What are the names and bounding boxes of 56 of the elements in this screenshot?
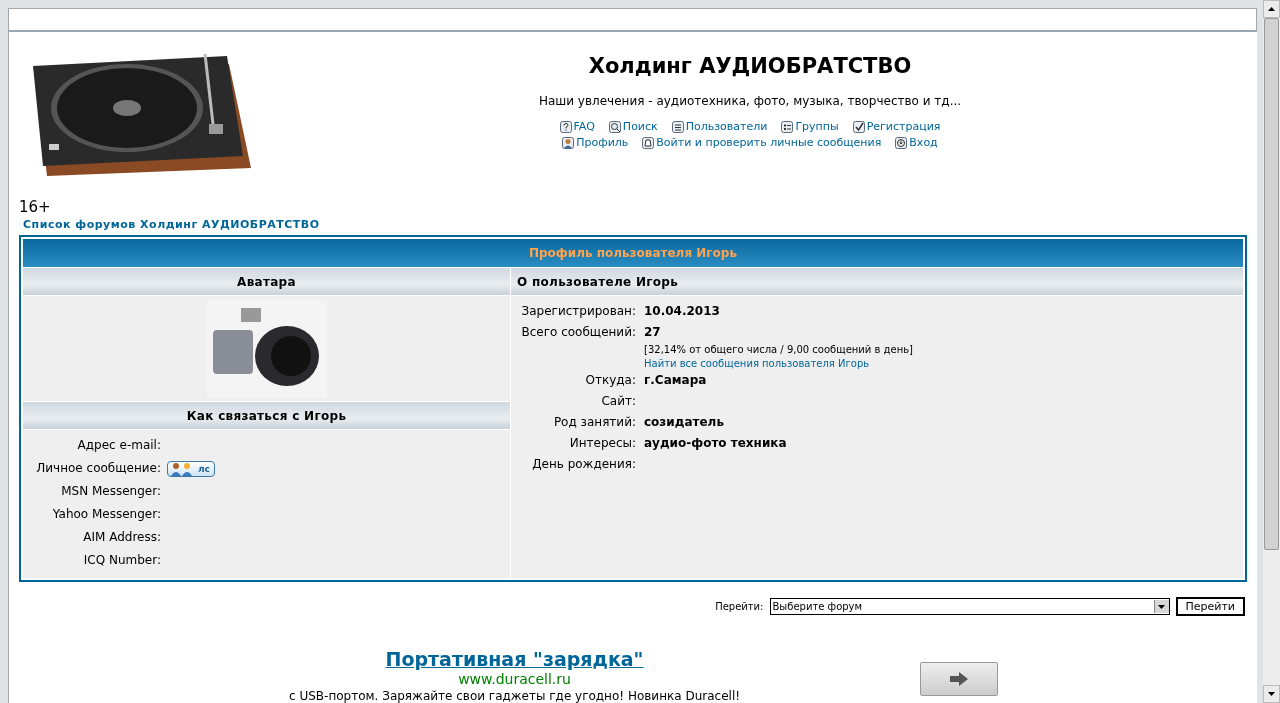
column-header: Аватара: [23, 268, 510, 295]
field-value: аудио-фото техника: [644, 435, 788, 452]
question-icon: [559, 120, 572, 133]
jump-label: Перейти:: [715, 601, 764, 612]
scrollbar[interactable]: [1263, 0, 1280, 703]
field-value: 27: [644, 324, 662, 341]
post-stats: [32,14% от общего числа / 9,00 сообщений в день]: [644, 343, 914, 357]
field-label: Зарегистрирован:: [520, 303, 636, 320]
arrow-right-icon: [950, 672, 969, 686]
nav-link[interactable]: Поиск: [608, 120, 658, 133]
ad-text: с USB-портом. Заряжайте свои гаджеты где угодно! Новинка Duracell!: [289, 689, 741, 703]
dropdown-arrow-icon: [1158, 604, 1165, 609]
up-arrow-icon[interactable]: [1268, 7, 1275, 11]
field-label: Сайт:: [600, 393, 636, 410]
field-value: созидатель: [644, 414, 725, 431]
circle-arrow-icon: [895, 136, 908, 149]
column-header: О пользователе Игорь: [511, 268, 1243, 295]
down-arrow-icon[interactable]: [1268, 692, 1275, 696]
nav-link[interactable]: Регистрация: [852, 120, 941, 133]
section-header: Как связаться с Игорь: [23, 402, 510, 429]
site-tagline: Наши увлечения - аудиотехника, фото, музыка, творчество и тд...: [538, 94, 962, 108]
field-label: MSN Messenger:: [60, 483, 161, 500]
field-value: г.Самара: [644, 372, 708, 389]
private-message-button[interactable]: лс: [167, 460, 215, 477]
person-icon: [562, 136, 575, 149]
field-label: AIM Address:: [82, 529, 161, 546]
site-title: Холдинг АУДИОБРАТСТВО: [588, 54, 912, 78]
ad-url: www.duracell.ru: [458, 671, 571, 687]
breadcrumb-link[interactable]: Список форумов Холдинг АУДИОБРАТСТВО: [23, 218, 320, 231]
list-icon: [781, 120, 794, 133]
field-label: Личное сообщение:: [35, 460, 161, 477]
nav-link[interactable]: Пользователи: [671, 120, 768, 133]
nav-link[interactable]: FAQ: [559, 120, 595, 133]
nav-link[interactable]: Профиль: [562, 136, 629, 149]
panel-title: Профиль пользователя Игорь: [23, 239, 1243, 267]
field-label: День рождения:: [531, 456, 636, 473]
forum-select[interactable]: Выберите форум: [769, 598, 1170, 615]
checkbox-icon: [852, 120, 865, 133]
list-icon: [671, 120, 684, 133]
field-label: Всего сообщений:: [520, 324, 636, 341]
ad-arrow-button[interactable]: [920, 662, 999, 696]
age-rating: 16+: [19, 198, 52, 216]
find-posts-link[interactable]: Найти все сообщения пользователя Игорь: [644, 357, 1243, 370]
nav-link[interactable]: Группы: [781, 120, 839, 133]
field-label: Yahoo Messenger:: [51, 506, 161, 523]
field-label: Интересы:: [568, 435, 636, 452]
field-label: Адрес e-mail:: [76, 437, 161, 454]
ad-title-link[interactable]: Портативная "зарядка": [385, 648, 644, 670]
field-label: Откуда:: [584, 372, 636, 389]
nav-link[interactable]: Войти и проверить личные сообщения: [642, 136, 882, 149]
field-label: ICQ Number:: [82, 552, 161, 569]
field-value: 10.04.2013: [644, 303, 721, 320]
search-icon: [608, 120, 621, 133]
nav-link[interactable]: Вход: [895, 136, 938, 149]
go-button[interactable]: Перейти: [1175, 597, 1245, 616]
field-label: Род занятий:: [552, 414, 636, 431]
